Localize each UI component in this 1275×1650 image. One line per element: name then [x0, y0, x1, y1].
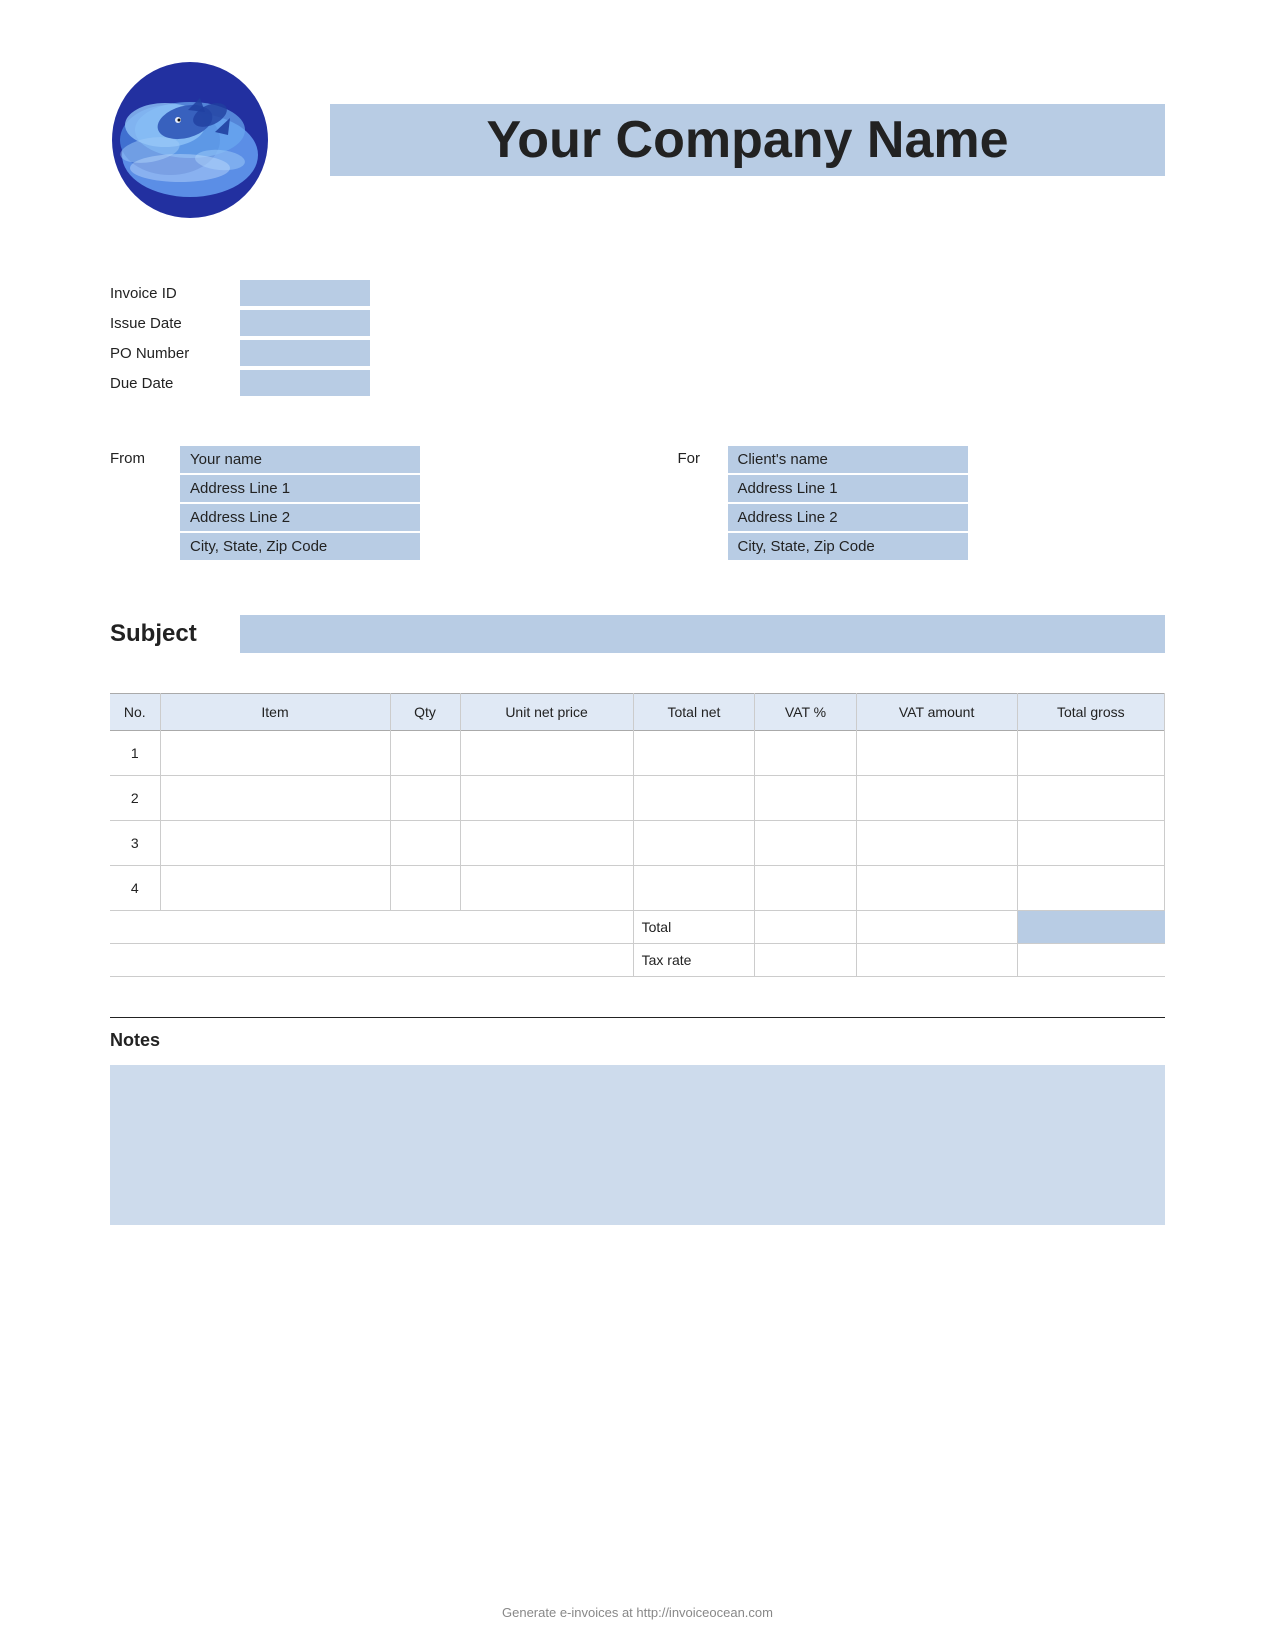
subject-row: Subject — [110, 615, 1165, 653]
for-label: For — [678, 446, 708, 467]
invoice-table: No. Item Qty Unit net price Total net VA… — [110, 693, 1165, 977]
subject-label: Subject — [110, 620, 220, 648]
from-city[interactable]: City, State, Zip Code — [180, 533, 420, 560]
total-label: Total — [633, 911, 755, 944]
row3-no[interactable]: 3 — [110, 821, 160, 866]
row4-total-net[interactable] — [633, 866, 755, 911]
row3-qty[interactable] — [390, 821, 460, 866]
taxrate-vat-amount[interactable] — [856, 944, 1017, 977]
meta-row-invoice-id: Invoice ID — [110, 280, 1165, 306]
row2-vat-pct[interactable] — [755, 776, 856, 821]
row1-total-gross[interactable] — [1017, 731, 1164, 776]
notes-label: Notes — [110, 1030, 1165, 1051]
from-fields: Your name Address Line 1 Address Line 2 … — [180, 446, 420, 560]
for-city[interactable]: City, State, Zip Code — [728, 533, 968, 560]
tfoot-taxrate-row: Tax rate — [110, 944, 1165, 977]
col-no: No. — [110, 694, 160, 731]
row4-qty[interactable] — [390, 866, 460, 911]
from-label: From — [110, 446, 160, 467]
meta-row-issue-date: Issue Date — [110, 310, 1165, 336]
table-row: 3 — [110, 821, 1165, 866]
row2-no[interactable]: 2 — [110, 776, 160, 821]
for-address1[interactable]: Address Line 1 — [728, 475, 968, 502]
table-row: 2 — [110, 776, 1165, 821]
notes-input[interactable] — [110, 1065, 1165, 1225]
row1-vat-pct[interactable] — [755, 731, 856, 776]
row3-unit-net[interactable] — [460, 821, 633, 866]
invoice-id-label: Invoice ID — [110, 285, 240, 302]
row2-total-gross[interactable] — [1017, 776, 1164, 821]
taxrate-gross-value[interactable] — [1017, 944, 1164, 977]
taxrate-vat-pct[interactable] — [755, 944, 856, 977]
row4-no[interactable]: 4 — [110, 866, 160, 911]
col-unit-net: Unit net price — [460, 694, 633, 731]
for-address2[interactable]: Address Line 2 — [728, 504, 968, 531]
page-footer: Generate e-invoices at http://invoiceoce… — [0, 1605, 1275, 1620]
row3-total-net[interactable] — [633, 821, 755, 866]
row2-vat-amount[interactable] — [856, 776, 1017, 821]
table-row: 1 — [110, 731, 1165, 776]
col-qty: Qty — [390, 694, 460, 731]
po-number-label: PO Number — [110, 345, 240, 362]
due-date-value[interactable] — [240, 370, 370, 396]
row2-total-net[interactable] — [633, 776, 755, 821]
meta-row-po-number: PO Number — [110, 340, 1165, 366]
col-total-net: Total net — [633, 694, 755, 731]
row1-qty[interactable] — [390, 731, 460, 776]
table-row: 4 — [110, 866, 1165, 911]
row4-item[interactable] — [160, 866, 390, 911]
subject-input[interactable] — [240, 615, 1165, 653]
row4-vat-amount[interactable] — [856, 866, 1017, 911]
col-total-gross: Total gross — [1017, 694, 1164, 731]
row3-total-gross[interactable] — [1017, 821, 1164, 866]
for-section: For Client's name Address Line 1 Address… — [598, 446, 1166, 560]
meta-row-due-date: Due Date — [110, 370, 1165, 396]
total-vat-pct[interactable] — [755, 911, 856, 944]
po-number-value[interactable] — [240, 340, 370, 366]
col-item: Item — [160, 694, 390, 731]
row1-no[interactable]: 1 — [110, 731, 160, 776]
invoice-id-value[interactable] — [240, 280, 370, 306]
for-name[interactable]: Client's name — [728, 446, 968, 473]
notes-section: Notes — [110, 1017, 1165, 1225]
tfoot-total-row: Total — [110, 911, 1165, 944]
due-date-label: Due Date — [110, 375, 240, 392]
row3-item[interactable] — [160, 821, 390, 866]
row4-total-gross[interactable] — [1017, 866, 1164, 911]
footer-text: Generate e-invoices at http://invoiceoce… — [502, 1605, 773, 1620]
row1-total-net[interactable] — [633, 731, 755, 776]
row2-item[interactable] — [160, 776, 390, 821]
row4-unit-net[interactable] — [460, 866, 633, 911]
row4-vat-pct[interactable] — [755, 866, 856, 911]
company-name[interactable]: Your Company Name — [330, 104, 1165, 176]
taxrate-label: Tax rate — [633, 944, 755, 977]
col-vat-pct: VAT % — [755, 694, 856, 731]
from-section: From Your name Address Line 1 Address Li… — [110, 446, 598, 560]
row3-vat-pct[interactable] — [755, 821, 856, 866]
notes-divider — [110, 1017, 1165, 1018]
row1-item[interactable] — [160, 731, 390, 776]
total-gross-value[interactable] — [1017, 911, 1164, 944]
header: Your Company Name — [110, 60, 1165, 220]
issue-date-label: Issue Date — [110, 315, 240, 332]
invoice-meta: Invoice ID Issue Date PO Number Due Date — [110, 280, 1165, 396]
from-address2[interactable]: Address Line 2 — [180, 504, 420, 531]
table-header-row: No. Item Qty Unit net price Total net VA… — [110, 694, 1165, 731]
from-name[interactable]: Your name — [180, 446, 420, 473]
for-fields: Client's name Address Line 1 Address Lin… — [728, 446, 968, 560]
issue-date-value[interactable] — [240, 310, 370, 336]
col-vat-amount: VAT amount — [856, 694, 1017, 731]
row2-unit-net[interactable] — [460, 776, 633, 821]
row2-qty[interactable] — [390, 776, 460, 821]
row3-vat-amount[interactable] — [856, 821, 1017, 866]
row1-unit-net[interactable] — [460, 731, 633, 776]
row1-vat-amount[interactable] — [856, 731, 1017, 776]
from-for-section: From Your name Address Line 1 Address Li… — [110, 446, 1165, 560]
from-address1[interactable]: Address Line 1 — [180, 475, 420, 502]
total-vat-amount[interactable] — [856, 911, 1017, 944]
company-logo — [110, 60, 270, 220]
